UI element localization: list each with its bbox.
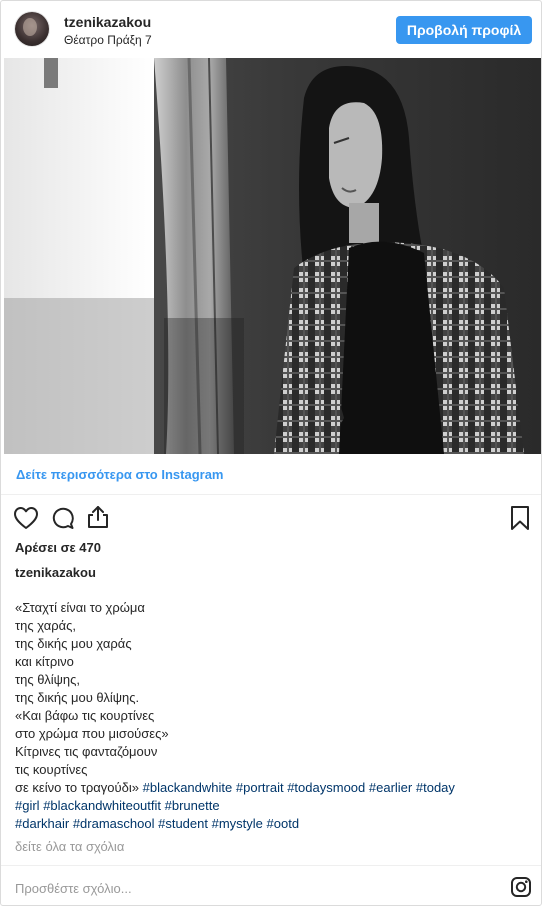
hashtag-link[interactable]: #student	[158, 816, 208, 831]
hashtag-link[interactable]: #darkhair	[15, 816, 69, 831]
photo-image	[4, 58, 541, 454]
instagram-logo-icon[interactable]	[510, 876, 532, 903]
username[interactable]: tzenikazakou	[64, 14, 151, 30]
hashtag-line: #girl #blackandwhiteoutfit #brunette	[15, 797, 525, 815]
hashtag-link[interactable]: #todaysmood	[287, 780, 365, 795]
likes-count[interactable]: Αρέσει σε 470	[15, 540, 101, 555]
heart-icon[interactable]	[13, 506, 39, 535]
hashtag-link[interactable]: #ootd	[267, 816, 300, 831]
post-caption: «Σταχτί είναι το χρώμα της χαράς, της δι…	[15, 599, 525, 833]
caption-line: της δικής μου χαράς	[15, 636, 132, 651]
hashtag-link[interactable]: #girl	[15, 798, 40, 813]
caption-line: σε κείνο το τραγούδι»	[15, 780, 139, 795]
post-header: tzenikazakou Θέατρο Πράξη 7 Προβολή προφ…	[1, 1, 541, 57]
hashtag-link[interactable]: #brunette	[165, 798, 220, 813]
divider	[1, 865, 541, 866]
location-label[interactable]: Θέατρο Πράξη 7	[64, 33, 152, 47]
view-profile-button[interactable]: Προβολή προφίλ	[396, 16, 532, 44]
hashtag-link[interactable]: #dramaschool	[73, 816, 155, 831]
hashtag-link[interactable]: #blackandwhiteoutfit	[43, 798, 161, 813]
hashtag-link[interactable]: #mystyle	[212, 816, 263, 831]
add-comment-input[interactable]	[13, 877, 477, 899]
divider	[1, 494, 541, 495]
share-icon[interactable]	[85, 504, 111, 535]
caption-line: της θλίψης,	[15, 672, 80, 687]
caption-line: και κίτρινο	[15, 654, 74, 669]
caption-line: της δικής μου θλίψης.	[15, 690, 140, 705]
hashtag-link[interactable]: #earlier	[369, 780, 412, 795]
instagram-embed-card: tzenikazakou Θέατρο Πράξη 7 Προβολή προφ…	[0, 0, 542, 906]
hashtag-link[interactable]: #today	[416, 780, 455, 795]
bookmark-icon[interactable]	[509, 505, 531, 536]
see-more-on-instagram-link[interactable]: Δείτε περισσότερα στο Instagram	[16, 467, 224, 482]
caption-line: «Σταχτί είναι το χρώμα	[15, 600, 145, 615]
caption-line: «Και βάφω τις κουρτίνες	[15, 708, 155, 723]
avatar[interactable]	[15, 12, 49, 46]
hashtag-link[interactable]: #portrait	[236, 780, 284, 795]
post-photo[interactable]	[4, 58, 541, 454]
caption-line: τις κουρτίνες	[15, 762, 88, 777]
hashtag-line: #darkhair #dramaschool #student #mystyle…	[15, 815, 525, 833]
caption-line: της χαράς,	[15, 618, 77, 633]
caption-line: στο χρώμα που μισούσες»	[15, 726, 169, 741]
caption-username[interactable]: tzenikazakou	[15, 565, 96, 580]
caption-line: Κίτρινες τις φανταζόμουν	[15, 744, 158, 759]
hashtag-link[interactable]: #blackandwhite	[143, 780, 233, 795]
comment-bubble-icon[interactable]	[49, 505, 75, 536]
caption-line-with-hashtags: σε κείνο το τραγούδι» #blackandwhite #po…	[15, 779, 525, 797]
view-all-comments-link[interactable]: δείτε όλα τα σχόλια	[15, 839, 124, 854]
